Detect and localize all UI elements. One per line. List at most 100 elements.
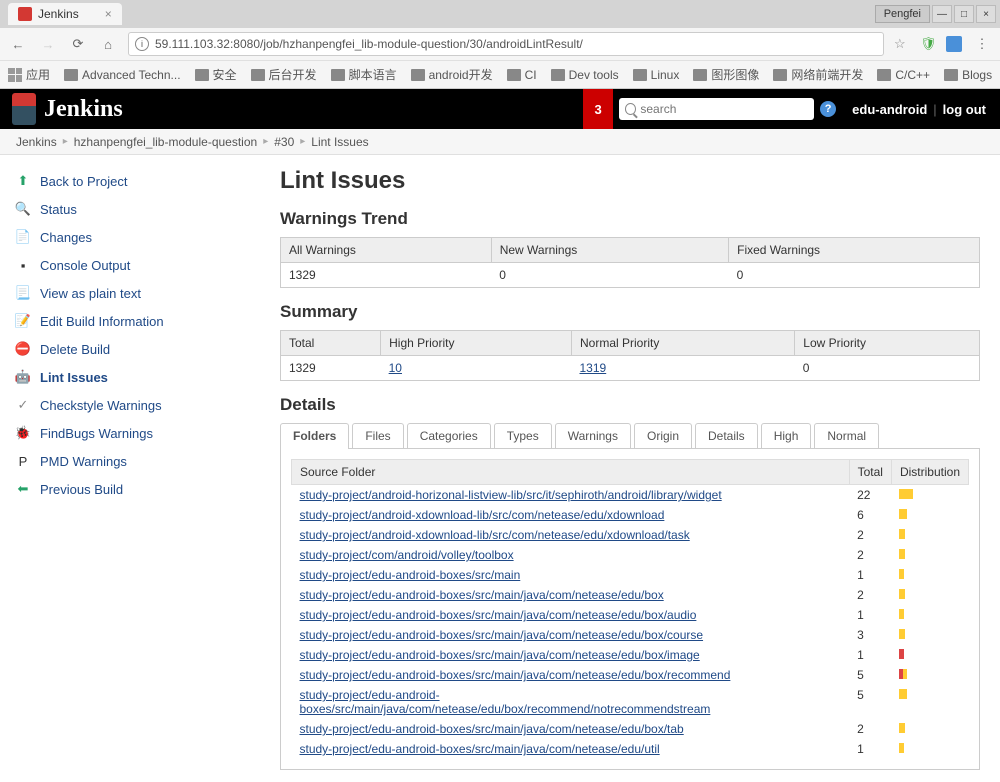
search-icon bbox=[625, 103, 636, 115]
main-layout: ⬆Back to Project🔍Status📄Changes▪Console … bbox=[0, 155, 1000, 782]
sidebar-item[interactable]: 📝Edit Build Information bbox=[10, 307, 258, 335]
tab[interactable]: Types bbox=[494, 423, 552, 448]
search-input[interactable] bbox=[640, 102, 808, 116]
bookmark-folder[interactable]: Linux bbox=[633, 66, 680, 83]
sidebar-item[interactable]: 🐞FindBugs Warnings bbox=[10, 419, 258, 447]
bookmark-label: Dev tools bbox=[569, 68, 619, 82]
total-cell: 1 bbox=[849, 565, 891, 585]
tab[interactable]: Details bbox=[695, 423, 758, 448]
site-info-icon[interactable]: i bbox=[135, 37, 149, 51]
folder-link[interactable]: study-project/android-horizonal-listview… bbox=[300, 488, 722, 502]
folder-icon bbox=[633, 69, 647, 81]
total-cell: 1 bbox=[849, 645, 891, 665]
table-row: study-project/edu-android-boxes/src/main… bbox=[292, 565, 969, 585]
bookmark-bar: 应用 Advanced Techn... 安全后台开发脚本语言 android开发 C… bbox=[0, 60, 1000, 88]
table-cell: 0 bbox=[795, 356, 980, 381]
table-row: study-project/android-xdownload-lib/src/… bbox=[292, 505, 969, 525]
bookmark-folder[interactable]: Advanced Techn... bbox=[64, 66, 181, 83]
extension-icon[interactable] bbox=[946, 36, 962, 52]
bookmark-folder[interactable]: C/C++ bbox=[877, 66, 930, 83]
breadcrumb-item[interactable]: Jenkins bbox=[10, 135, 63, 149]
minimize-button[interactable]: — bbox=[932, 5, 952, 23]
sidebar-item[interactable]: 🔍Status bbox=[10, 195, 258, 223]
sidebar-item[interactable]: ▪Console Output bbox=[10, 251, 258, 279]
bookmark-folder[interactable]: Blogs bbox=[944, 66, 992, 83]
bookmark-folder[interactable]: Dev tools bbox=[551, 66, 619, 83]
folder-link[interactable]: study-project/edu-android-boxes/src/main… bbox=[300, 648, 700, 662]
apps-label: 应用 bbox=[26, 66, 50, 83]
folder-link[interactable]: study-project/edu-android-boxes/src/main… bbox=[300, 628, 704, 642]
trend-table: All WarningsNew WarningsFixed Warnings 1… bbox=[280, 237, 980, 288]
apps-button[interactable]: 应用 bbox=[8, 66, 50, 83]
folder-link[interactable]: study-project/edu-android-boxes/src/main… bbox=[300, 668, 731, 682]
home-button[interactable]: ⌂ bbox=[98, 34, 118, 54]
back-button[interactable]: ← bbox=[8, 34, 28, 54]
sidebar-item-label: Checkstyle Warnings bbox=[40, 398, 162, 413]
sidebar-item[interactable]: ⛔Delete Build bbox=[10, 335, 258, 363]
sidebar-item[interactable]: PPMD Warnings bbox=[10, 447, 258, 475]
bookmark-folder[interactable]: 图形图像 bbox=[693, 66, 759, 83]
browser-tab[interactable]: Jenkins × bbox=[8, 3, 122, 25]
folder-link[interactable]: study-project/com/android/volley/toolbox bbox=[300, 548, 514, 562]
logout-link[interactable]: log out bbox=[937, 102, 1000, 117]
table-header: New Warnings bbox=[491, 238, 728, 263]
shield-icon[interactable]: 🛡 bbox=[920, 36, 936, 52]
folder-link[interactable]: study-project/edu-android-boxes/src/main… bbox=[300, 608, 697, 622]
tab[interactable]: Categories bbox=[407, 423, 491, 448]
sidebar-item[interactable]: ⬆Back to Project bbox=[10, 167, 258, 195]
bookmark-folder[interactable]: CI bbox=[507, 66, 537, 83]
folder-link[interactable]: study-project/edu-android-boxes/src/main… bbox=[300, 722, 684, 736]
folder-link[interactable]: study-project/android-xdownload-lib/src/… bbox=[300, 508, 665, 522]
apps-icon bbox=[8, 68, 22, 82]
tab[interactable]: Origin bbox=[634, 423, 692, 448]
help-icon[interactable]: ? bbox=[820, 101, 836, 117]
tab[interactable]: Files bbox=[352, 423, 403, 448]
star-icon[interactable]: ☆ bbox=[894, 36, 910, 52]
folder-link[interactable]: study-project/android-xdownload-lib/src/… bbox=[300, 528, 690, 542]
reload-button[interactable]: ⟳ bbox=[68, 34, 88, 54]
distribution-bar bbox=[899, 569, 904, 579]
sidebar-item[interactable]: ✓Checkstyle Warnings bbox=[10, 391, 258, 419]
tab[interactable]: Warnings bbox=[555, 423, 631, 448]
folder-link[interactable]: study-project/edu-android-boxes/src/main… bbox=[300, 588, 664, 602]
tab[interactable]: High bbox=[761, 423, 812, 448]
total-cell: 3 bbox=[849, 625, 891, 645]
folder-link[interactable]: study-project/edu-android-boxes/src/main… bbox=[300, 742, 660, 756]
bookmark-label: CI bbox=[525, 68, 537, 82]
bookmark-folder[interactable]: 安全 bbox=[195, 66, 237, 83]
distribution-cell bbox=[891, 645, 968, 665]
table-cell[interactable]: 1319 bbox=[572, 356, 795, 381]
close-tab-icon[interactable]: × bbox=[105, 7, 112, 21]
sidebar-item[interactable]: 📃View as plain text bbox=[10, 279, 258, 307]
table-header: Normal Priority bbox=[572, 331, 795, 356]
breadcrumb-item[interactable]: #30 bbox=[268, 135, 300, 149]
tab[interactable]: Folders bbox=[280, 423, 349, 448]
tab[interactable]: Normal bbox=[814, 423, 879, 448]
folder-link[interactable]: study-project/edu-android-boxes/src/main… bbox=[300, 688, 711, 716]
breadcrumb-item[interactable]: Lint Issues bbox=[305, 135, 374, 149]
sidebar-item[interactable]: 🤖Lint Issues bbox=[10, 363, 258, 391]
close-button[interactable]: × bbox=[976, 5, 996, 23]
sidebar-item-label: Edit Build Information bbox=[40, 314, 164, 329]
url-input[interactable]: i 59.111.103.32:8080/job/hzhanpengfei_li… bbox=[128, 32, 884, 56]
sidebar-item[interactable]: ⬅Previous Build bbox=[10, 475, 258, 503]
sidebar-item-label: Back to Project bbox=[40, 174, 127, 189]
table-row: study-project/edu-android-boxes/src/main… bbox=[292, 645, 969, 665]
bookmark-folder[interactable]: 后台开发 bbox=[251, 66, 317, 83]
bookmark-folder[interactable]: 网络前端开发 bbox=[773, 66, 863, 83]
doc-text-icon: 📃 bbox=[14, 284, 32, 302]
bookmark-folder[interactable]: android开发 bbox=[411, 66, 493, 83]
search-box[interactable] bbox=[619, 98, 814, 120]
menu-button[interactable]: ⋮ bbox=[972, 34, 992, 54]
maximize-button[interactable]: □ bbox=[954, 5, 974, 23]
table-cell[interactable]: 10 bbox=[381, 356, 572, 381]
folder-link[interactable]: study-project/edu-android-boxes/src/main bbox=[300, 568, 521, 582]
bookmark-folder[interactable]: 脚本语言 bbox=[331, 66, 397, 83]
forward-button[interactable]: → bbox=[38, 34, 58, 54]
user-link[interactable]: edu-android bbox=[846, 102, 933, 117]
jenkins-logo[interactable]: Jenkins bbox=[0, 93, 135, 125]
sidebar-item[interactable]: 📄Changes bbox=[10, 223, 258, 251]
distribution-bar bbox=[899, 723, 905, 733]
breadcrumb-item[interactable]: hzhanpengfei_lib-module-question bbox=[68, 135, 263, 149]
notification-badge[interactable]: 3 bbox=[583, 89, 613, 129]
